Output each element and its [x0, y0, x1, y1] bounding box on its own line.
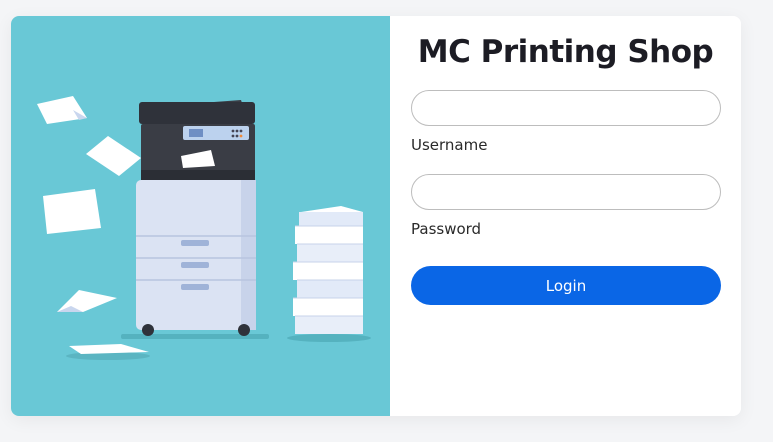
flying-paper-2: [86, 136, 141, 176]
flying-paper-3: [43, 189, 101, 234]
login-card: MC Printing Shop Username Password Login: [11, 16, 741, 416]
password-label: Password: [411, 220, 482, 238]
printer-illustration: [11, 16, 390, 416]
printer-illustration-icon: [37, 96, 371, 360]
username-input[interactable]: [411, 90, 721, 126]
login-form: MC Printing Shop Username Password Login: [390, 16, 741, 416]
login-button[interactable]: Login: [411, 266, 721, 305]
printer: [136, 100, 256, 336]
username-label: Username: [411, 136, 488, 154]
flying-paper-1: [37, 96, 87, 124]
flying-paper-4: [57, 290, 117, 312]
paper-stack: [287, 206, 371, 342]
password-input[interactable]: [411, 174, 721, 210]
flying-paper-5: [66, 344, 150, 360]
page-title: MC Printing Shop: [417, 34, 714, 70]
